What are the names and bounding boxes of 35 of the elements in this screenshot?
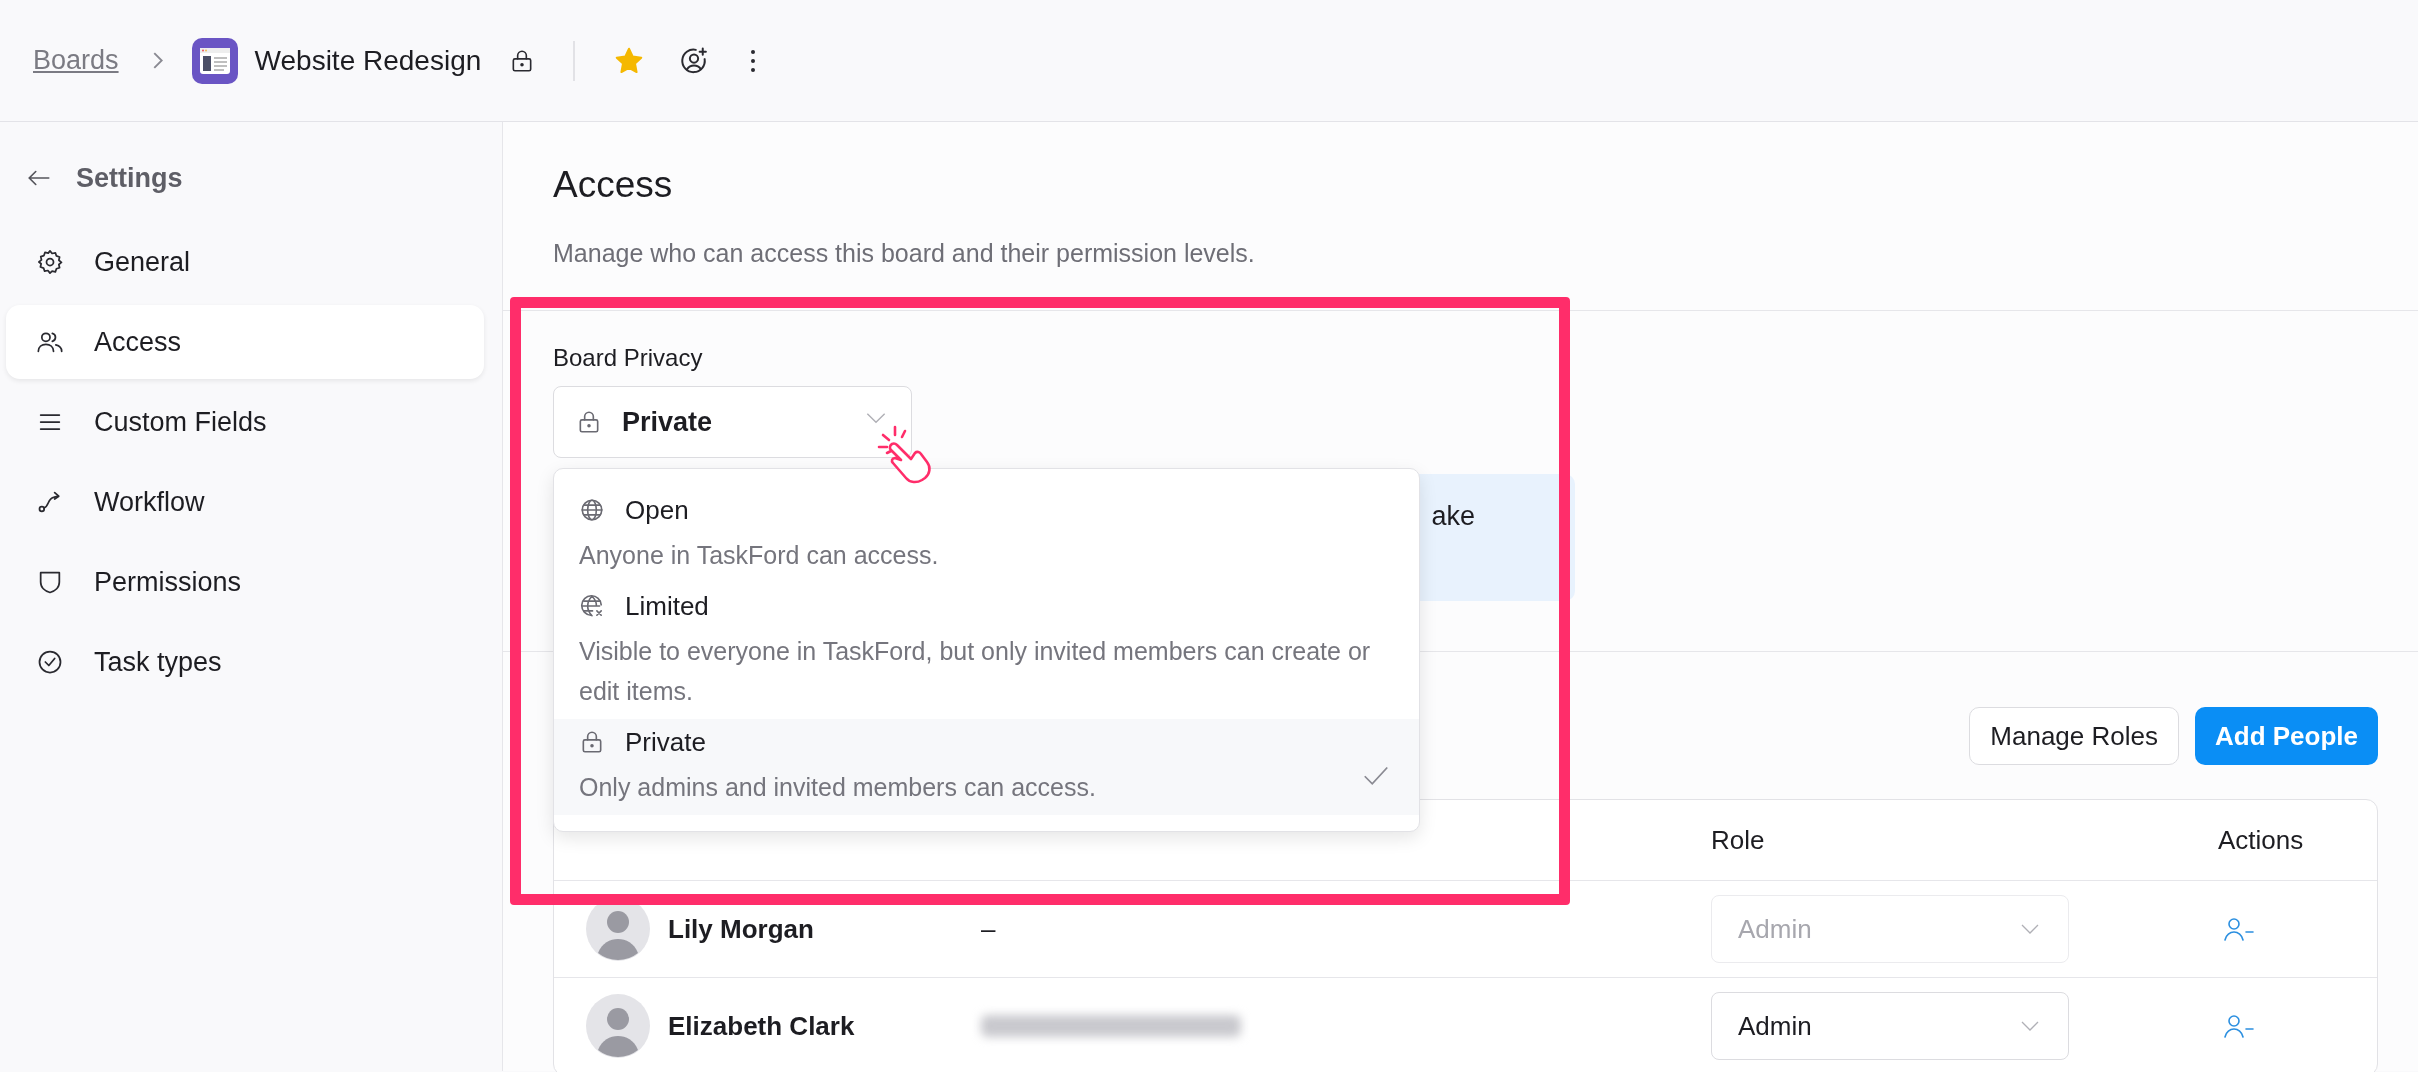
sidebar-item[interactable]: General [6, 225, 484, 299]
globe-x-icon [579, 593, 605, 619]
sidebar-item[interactable]: Permissions [6, 545, 484, 619]
board-app-icon [190, 36, 239, 85]
member-email: – [981, 912, 996, 946]
board-title: Website Redesign [254, 43, 482, 78]
member-name: Lily Morgan [668, 912, 814, 946]
role-select: Admin [1711, 895, 2069, 963]
sidebar-item[interactable]: Access [6, 305, 484, 379]
sidebar-item[interactable]: Workflow [6, 465, 484, 539]
chevron-right-icon [152, 52, 163, 69]
privacy-select[interactable]: Private [553, 386, 912, 458]
manage-roles-button[interactable]: Manage Roles [1969, 707, 2179, 765]
remove-user-icon[interactable] [2223, 1013, 2255, 1039]
gear-icon [36, 248, 64, 276]
sidebar-item[interactable]: Custom Fields [6, 385, 484, 459]
globe-icon [579, 497, 605, 523]
check-circle-icon [36, 648, 64, 676]
menu-option[interactable]: Limited Visible to everyone in TaskFord, but only invited members can create or edit items. [554, 583, 1419, 719]
menu-option[interactable]: Private Only admins and invited members can access. [554, 719, 1419, 815]
page-title: Access [553, 163, 674, 207]
sidebar-item[interactable]: Task types [6, 625, 484, 699]
column-header: Actions [2218, 823, 2304, 857]
role-select[interactable]: Admin [1711, 992, 2069, 1060]
page-description: Manage who can access this board and their permission levels. [553, 238, 1256, 269]
remove-user-icon[interactable] [2223, 916, 2255, 942]
avatar-icon [586, 994, 650, 1058]
user-plus-icon[interactable] [679, 45, 710, 76]
menu-option[interactable]: Open Anyone in TaskFord can access. [554, 487, 1419, 583]
member-name: Elizabeth Clark [668, 1009, 855, 1043]
column-header: Role [1711, 823, 1765, 857]
settings-heading: Settings [76, 161, 183, 195]
breadcrumb-link[interactable]: Boards [33, 40, 119, 81]
field-label: Board Privacy [553, 343, 704, 373]
banner-text: ake [1431, 500, 1475, 533]
